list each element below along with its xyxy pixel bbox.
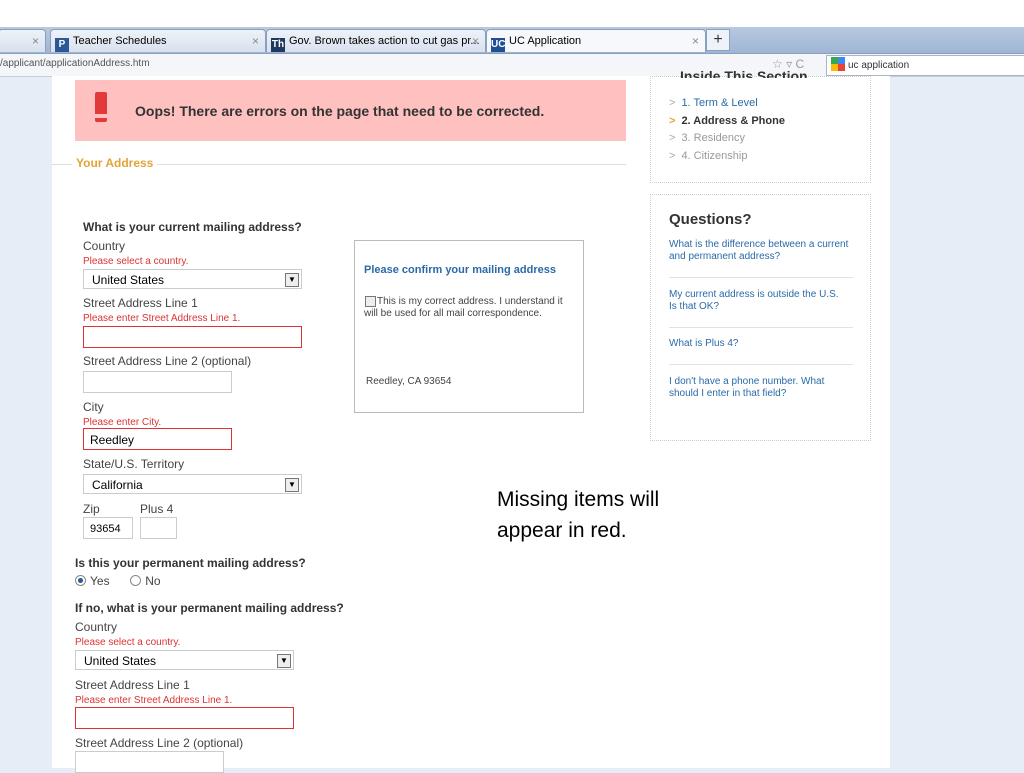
tab-favicon-icon: Th bbox=[271, 38, 285, 52]
chevron-right-icon: > bbox=[669, 97, 676, 109]
step-label: 2. Address & Phone bbox=[681, 115, 785, 127]
yes-radio[interactable] bbox=[75, 575, 86, 586]
section-steps-box bbox=[650, 76, 871, 183]
question-link[interactable]: What is Plus 4? bbox=[669, 338, 849, 350]
annotation-line: appear in red. bbox=[497, 519, 627, 542]
tab-partial[interactable]: × bbox=[0, 29, 46, 52]
exclamation-icon bbox=[95, 92, 107, 122]
street2-label: Street Address Line 2 (optional) bbox=[83, 354, 252, 368]
street1-input[interactable] bbox=[83, 326, 302, 348]
window-top-strip bbox=[0, 0, 1024, 27]
street1-label: Street Address Line 1 bbox=[83, 296, 198, 310]
tab-favicon-icon: P bbox=[55, 38, 69, 52]
chevron-down-icon: ▼ bbox=[285, 273, 299, 287]
step-address-phone: >2. Address & Phone bbox=[669, 115, 785, 127]
questions-box bbox=[650, 194, 871, 441]
no-radio[interactable] bbox=[130, 575, 142, 586]
perm-street2-label: Street Address Line 2 (optional) bbox=[75, 736, 244, 750]
state-select-value: California bbox=[92, 478, 143, 492]
error-message: Oops! There are errors on the page that … bbox=[135, 103, 545, 119]
country-error: Please select a country. bbox=[83, 256, 189, 267]
zip-input[interactable]: 93654 bbox=[83, 517, 133, 539]
country-select-value: United States bbox=[92, 273, 165, 287]
google-icon bbox=[831, 57, 845, 71]
confirm-title: Please confirm your mailing address bbox=[364, 264, 556, 276]
country-select[interactable]: United States ▼ bbox=[83, 269, 302, 289]
confirm-text: This is my correct address. I understand… bbox=[364, 296, 563, 319]
step-citizenship: >4. Citizenship bbox=[669, 150, 747, 162]
plus4-input[interactable] bbox=[140, 517, 177, 539]
confirm-address: Reedley, CA 93654 bbox=[366, 376, 452, 387]
question-link[interactable]: I don't have a phone number. What should… bbox=[669, 376, 849, 400]
no-label: No bbox=[145, 574, 161, 588]
tab-uc-application[interactable]: UC UC Application × bbox=[486, 29, 706, 52]
close-icon[interactable]: × bbox=[692, 30, 699, 52]
perm-street1-label: Street Address Line 1 bbox=[75, 678, 190, 692]
step-label: 3. Residency bbox=[681, 132, 746, 144]
close-icon[interactable]: × bbox=[32, 30, 39, 52]
question-divider bbox=[669, 364, 853, 365]
tab-title: Gov. Brown takes action to cut gas pr... bbox=[289, 35, 480, 47]
question-divider bbox=[669, 277, 853, 278]
city-label: City bbox=[83, 400, 104, 414]
tab-teacher-schedules[interactable]: P Teacher Schedules × bbox=[50, 29, 266, 52]
search-box-text: uc application bbox=[848, 60, 910, 71]
annotation-line: Missing items will bbox=[497, 488, 660, 511]
perm-street1-input[interactable] bbox=[75, 707, 294, 729]
country-label: Country bbox=[83, 239, 126, 253]
perm-country-select[interactable]: United States ▼ bbox=[75, 650, 294, 670]
tab-favicon-icon: UC bbox=[491, 38, 506, 52]
annotation-text: Missing items will appear in red. bbox=[497, 484, 659, 546]
perm-country-label: Country bbox=[75, 620, 118, 634]
tab-gov-brown[interactable]: Th Gov. Brown takes action to cut gas pr.… bbox=[266, 29, 486, 52]
address-bar[interactable]: /applicant/applicationAddress.htm bbox=[0, 58, 150, 69]
city-input[interactable]: Reedley bbox=[83, 428, 232, 450]
yes-label: Yes bbox=[90, 574, 110, 588]
chevron-right-icon: > bbox=[669, 132, 676, 144]
perm-street2-input[interactable] bbox=[75, 751, 224, 773]
permanent-question: Is this your permanent mailing address? bbox=[75, 556, 306, 570]
chevron-right-icon: > bbox=[669, 150, 676, 162]
step-term-level[interactable]: >1. Term & Level bbox=[669, 97, 758, 109]
perm-street1-error: Please enter Street Address Line 1. bbox=[75, 695, 233, 706]
confirm-checkbox[interactable] bbox=[365, 296, 376, 307]
questions-title: Questions? bbox=[669, 211, 752, 228]
street1-error: Please enter Street Address Line 1. bbox=[83, 313, 241, 324]
zip-label: Zip bbox=[83, 502, 100, 516]
question-divider bbox=[669, 327, 853, 328]
step-label: 1. Term & Level bbox=[681, 97, 758, 109]
step-label: 4. Citizenship bbox=[681, 150, 748, 162]
plus4-label: Plus 4 bbox=[140, 502, 174, 516]
state-label: State/U.S. Territory bbox=[83, 457, 185, 471]
close-icon[interactable]: × bbox=[472, 30, 479, 52]
question-link[interactable]: My current address is outside the U.S. I… bbox=[669, 289, 849, 313]
street2-input[interactable] bbox=[83, 371, 232, 393]
mailing-question: What is your current mailing address? bbox=[83, 220, 302, 234]
permanent-radio-group: Yes No bbox=[75, 574, 161, 588]
section-steps-title: Inside This Section bbox=[680, 68, 808, 78]
permanent-address-question: If no, what is your permanent mailing ad… bbox=[75, 601, 344, 615]
tab-title: Teacher Schedules bbox=[73, 35, 167, 47]
close-icon[interactable]: × bbox=[252, 30, 259, 52]
tab-title: UC Application bbox=[509, 35, 582, 47]
step-residency: >3. Residency bbox=[669, 132, 745, 144]
question-link[interactable]: What is the difference between a current… bbox=[669, 239, 849, 263]
section-title: Your Address bbox=[72, 156, 158, 170]
search-box[interactable]: uc application bbox=[826, 55, 1024, 76]
perm-country-select-value: United States bbox=[84, 654, 157, 668]
state-select[interactable]: California ▼ bbox=[83, 474, 302, 494]
chevron-right-icon: > bbox=[669, 115, 676, 127]
chevron-down-icon: ▼ bbox=[285, 478, 299, 492]
new-tab-button[interactable]: + bbox=[706, 29, 730, 51]
chevron-down-icon: ▼ bbox=[277, 654, 291, 668]
perm-country-error: Please select a country. bbox=[75, 637, 181, 648]
city-error: Please enter City. bbox=[83, 417, 162, 428]
